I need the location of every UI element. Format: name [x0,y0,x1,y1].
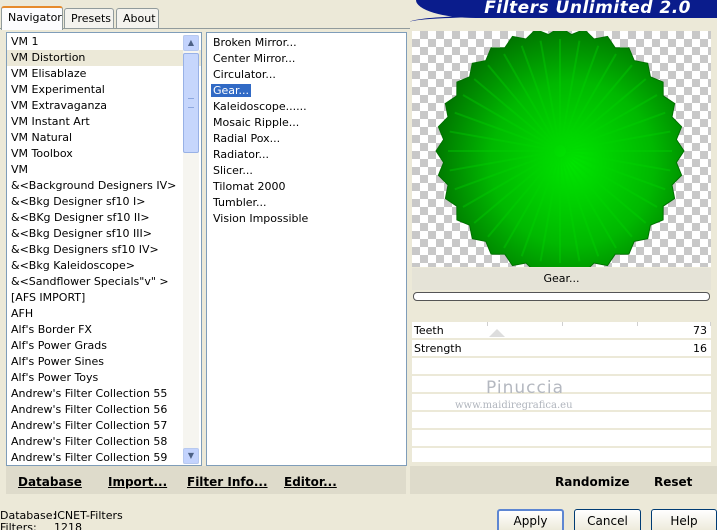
param-empty-row [412,412,711,430]
editor-button[interactable]: Editor... [284,475,337,489]
tab-navigator[interactable]: Navigator [1,6,63,30]
filter-item[interactable]: Circulator... [207,67,406,83]
cancel-button[interactable]: Cancel [574,509,641,530]
filter-item-label: Radial Pox... [213,132,281,145]
watermark-name: Pinuccia [486,378,564,398]
category-item[interactable]: &<Bkg Designer sf10 III> [7,226,201,242]
tab-label: About [123,12,156,25]
status-key: Filters: [0,521,37,530]
category-item[interactable]: Alf's Border FX [7,322,201,338]
filter-item-label: Circulator... [213,68,276,81]
category-item[interactable]: VM Natural [7,130,201,146]
tab-label: Presets [71,12,112,25]
filter-item[interactable]: Tilomat 2000 [207,179,406,195]
scroll-down-icon[interactable]: ▼ [183,448,199,464]
filter-item[interactable]: Broken Mirror... [207,35,406,51]
watermark-site: www.maidiregrafica.eu [455,400,573,411]
progress-bar [413,292,710,301]
param-empty-row [412,358,711,376]
category-item[interactable]: VM Distortion [7,50,201,66]
param-strength-row[interactable]: Strength 16 [412,340,711,358]
filter-info-button[interactable]: Filter Info... [187,475,268,489]
category-item[interactable]: &<Background Designers IV> [7,178,201,194]
filter-item[interactable]: Radiator... [207,147,406,163]
filter-item-label: Vision Impossible [213,212,309,225]
filter-item-label: Gear... [211,84,252,97]
gear-preview-image [435,31,685,267]
param-value: 73 [693,324,707,337]
app-title: Filters Unlimited 2.0 [484,0,691,18]
category-item[interactable]: &<Bkg Designer sf10 I> [7,194,201,210]
category-item[interactable]: &<BKg Designer sf10 II> [7,210,201,226]
filter-item[interactable]: Tumbler... [207,195,406,211]
filter-item[interactable]: Radial Pox... [207,131,406,147]
category-item[interactable]: VM [7,162,201,178]
scroll-up-icon[interactable]: ▲ [183,35,199,51]
filter-item-label: Radiator... [213,148,269,161]
help-button[interactable]: Help [651,509,717,530]
category-item[interactable]: VM Toolbox [7,146,201,162]
category-item[interactable]: VM Experimental [7,82,201,98]
filter-item-label: Tumbler... [213,196,267,209]
tab-presets[interactable]: Presets [64,8,114,28]
tab-about[interactable]: About [116,8,159,28]
category-item[interactable]: Andrew's Filter Collection 56 [7,402,201,418]
category-item[interactable]: &<Sandflower Specials"v" > [7,274,201,290]
reset-button[interactable]: Reset [654,475,692,489]
category-item[interactable]: VM 1 [7,34,201,50]
filter-item[interactable]: Center Mirror... [207,51,406,67]
category-item[interactable]: [AFS IMPORT] [7,290,201,306]
category-item[interactable]: Alf's Power Grads [7,338,201,354]
category-item[interactable]: VM Elisablaze [7,66,201,82]
category-item[interactable]: Alf's Power Toys [7,370,201,386]
filter-item-label: Mosaic Ripple... [213,116,300,129]
param-label: Teeth [414,324,444,337]
left-action-bar: Database Import... Filter Info... Editor… [6,466,406,494]
filter-item-label: Tilomat 2000 [213,180,286,193]
apply-button[interactable]: Apply [497,509,564,530]
slider-caret-icon[interactable] [489,329,505,337]
param-teeth-row[interactable]: Teeth 73 [412,322,711,340]
import-button[interactable]: Import... [108,475,167,489]
scroll-thumb[interactable] [183,53,199,153]
param-value: 16 [693,342,707,355]
param-label: Strength [414,342,462,355]
category-item[interactable]: Andrew's Filter Collection 55 [7,386,201,402]
header-banner: Filters Unlimited 2.0 [416,0,717,18]
filter-item[interactable]: Kaleidoscope...... [207,99,406,115]
slider-ticks [487,322,711,340]
category-item[interactable]: AFH [7,306,201,322]
category-list: VM 1 VM Distortion VM Elisablaze VM Experim… [7,34,201,465]
filter-item-label: Slicer... [213,164,253,177]
status-value: 1218 [54,521,82,530]
tab-label: Navigator [8,11,62,24]
category-scrollbar[interactable]: ▲ ▼ [183,35,199,464]
category-item[interactable]: &<Bkg Kaleidoscope> [7,258,201,274]
param-empty-row [412,430,711,448]
category-item[interactable]: Andrew's Filter Collection 58 [7,434,201,450]
filter-item-label: Kaleidoscope...... [213,100,307,113]
category-item[interactable]: Andrew's Filter Collection 59 [7,450,201,465]
filter-list: Broken Mirror... Center Mirror... Circulat… [207,35,406,227]
filter-item-label: Center Mirror... [213,52,296,65]
category-item[interactable]: Andrew's Filter Collection 57 [7,418,201,434]
right-action-bar: Randomize Reset [410,466,717,494]
category-list-panel: VM 1 VM Distortion VM Elisablaze VM Experim… [6,32,202,466]
filter-item-label: Broken Mirror... [213,36,297,49]
status-filters: Filters: 1218 [0,521,82,530]
preview-canvas [412,31,711,267]
category-item[interactable]: VM Instant Art [7,114,201,130]
filter-item[interactable]: Mosaic Ripple... [207,115,406,131]
filter-item[interactable]: Vision Impossible [207,211,406,227]
category-item[interactable]: VM Extravaganza [7,98,201,114]
category-item[interactable]: Alf's Power Sines [7,354,201,370]
filter-item[interactable]: Gear... [207,83,406,99]
category-item[interactable]: &<Bkg Designers sf10 IV> [7,242,201,258]
preview-filter-name: Gear... [412,268,711,290]
filter-item[interactable]: Slicer... [207,163,406,179]
database-button[interactable]: Database [18,475,82,489]
randomize-button[interactable]: Randomize [555,475,629,489]
filter-list-panel: Broken Mirror... Center Mirror... Circulat… [206,32,407,466]
